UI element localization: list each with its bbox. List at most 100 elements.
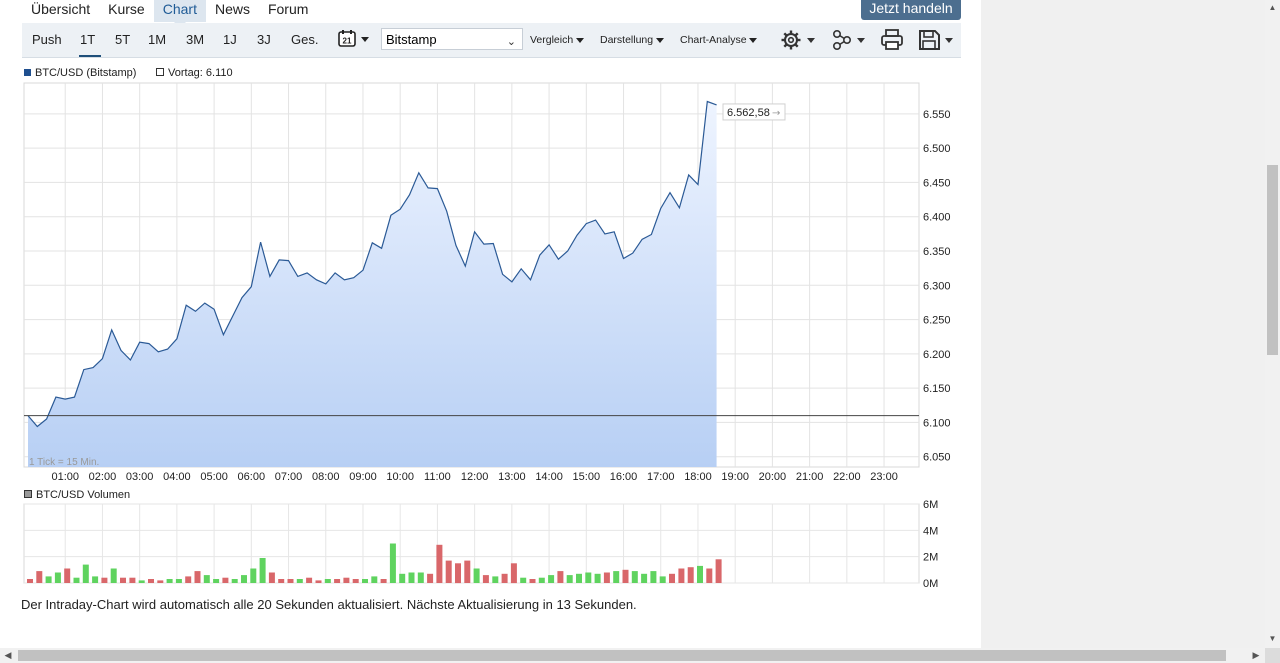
x-tick-label: 02:00 — [89, 471, 117, 483]
volume-bar — [92, 576, 99, 583]
x-tick-label: 03:00 — [126, 471, 154, 483]
volume-bar — [678, 568, 685, 583]
charts-canvas[interactable]: 01:00 02:00 03:00 04:00 05:00 06:00 07:00 08:00… — [0, 0, 981, 600]
volume-bar — [296, 579, 303, 583]
volume-bar — [138, 580, 145, 583]
volume-bar — [408, 572, 415, 583]
y-tick-label: 6.350 — [923, 246, 951, 258]
volume-bar — [278, 579, 285, 583]
volume-bar — [120, 577, 126, 583]
x-tick-label: 05:00 — [200, 471, 228, 483]
volume-bar — [641, 573, 648, 583]
volume-bar — [455, 563, 461, 584]
volume-bar — [529, 579, 536, 583]
volume-bar — [324, 579, 331, 583]
x-tick-label: 21:00 — [796, 471, 824, 483]
volume-bar — [175, 579, 182, 583]
volume-bar — [352, 579, 359, 583]
volume-bar — [334, 579, 341, 583]
volume-tick-label: 6M — [923, 499, 938, 511]
horizontal-scroll-thumb[interactable] — [18, 650, 1226, 661]
volume-bar — [73, 577, 80, 583]
volume-bar — [250, 568, 257, 583]
volume-bar — [557, 571, 564, 583]
x-tick-label: 14:00 — [535, 471, 563, 483]
x-tick-label: 18:00 — [684, 471, 712, 483]
x-tick-label: 20:00 — [759, 471, 787, 483]
x-tick-label: 23:00 — [870, 471, 898, 483]
volume-bar — [501, 573, 508, 583]
volume-bar — [417, 572, 424, 583]
x-tick-label: 15:00 — [573, 471, 601, 483]
x-tick-label: 17:00 — [647, 471, 675, 483]
volume-bar — [213, 579, 220, 583]
volume-bar — [669, 573, 675, 583]
volume-bar — [389, 543, 396, 583]
x-tick-label: 16:00 — [610, 471, 638, 483]
volume-bar — [576, 573, 582, 583]
x-tick-label: 08:00 — [312, 471, 340, 483]
volume-bar — [566, 575, 573, 583]
x-tick-label: 01:00 — [51, 471, 79, 483]
volume-bar — [436, 544, 443, 583]
y-tick-label: 6.150 — [923, 383, 951, 395]
volume-bar — [371, 576, 378, 583]
volume-bar — [399, 573, 406, 583]
y-tick-label: 6.450 — [923, 177, 951, 189]
volume-bar — [362, 579, 368, 583]
auto-refresh-note: Der Intraday-Chart wird automatisch alle… — [21, 597, 637, 612]
volume-bar — [510, 563, 517, 584]
scroll-right-icon[interactable]: ▶ — [1250, 649, 1262, 662]
scroll-down-icon[interactable]: ▼ — [1265, 633, 1280, 645]
volume-bar — [520, 577, 527, 583]
x-tick-label: 10:00 — [386, 471, 414, 483]
volume-bar — [222, 577, 229, 583]
volume-bar — [259, 558, 266, 583]
volume-bar — [594, 573, 601, 583]
vertical-scroll-thumb[interactable] — [1267, 165, 1278, 355]
horizontal-scrollbar[interactable]: ◀ ▶ — [0, 648, 1265, 663]
volume-bar — [492, 576, 499, 583]
y-tick-label: 6.250 — [923, 315, 951, 327]
scroll-left-icon[interactable]: ◀ — [2, 649, 14, 662]
y-tick-label: 6.050 — [923, 452, 951, 464]
volume-bar — [166, 579, 173, 583]
volume-bar — [110, 568, 117, 583]
volume-bar — [613, 571, 620, 583]
volume-bar — [548, 575, 555, 583]
y-tick-label: 6.500 — [923, 143, 951, 155]
volume-tick-label: 4M — [923, 525, 938, 537]
volume-bar — [36, 571, 43, 583]
y-tick-label: 6.300 — [923, 280, 951, 292]
y-tick-label: 6.200 — [923, 349, 951, 361]
volume-bar — [315, 580, 322, 583]
x-tick-label: 06:00 — [238, 471, 266, 483]
volume-bar — [464, 560, 471, 583]
volume-bar — [697, 565, 703, 583]
scroll-up-icon[interactable]: ▲ — [1265, 2, 1280, 14]
volume-tick-label: 0M — [923, 578, 938, 590]
volume-bar — [687, 567, 694, 583]
last-value-label: 6.562,58 — [727, 107, 770, 119]
scrollbar-corner — [1265, 648, 1280, 663]
vertical-scrollbar[interactable]: ▲ ▼ — [1265, 0, 1280, 648]
right-gutter — [981, 0, 1265, 648]
volume-tick-label: 2M — [923, 552, 938, 564]
x-tick-label: 22:00 — [833, 471, 861, 483]
volume-bar — [482, 575, 489, 583]
y-tick-label: 6.550 — [923, 109, 951, 121]
volume-bar — [268, 572, 275, 583]
y-tick-label: 6.100 — [923, 417, 951, 429]
volume-bar — [715, 559, 722, 583]
volume-bar — [45, 576, 52, 583]
volume-bar — [231, 579, 238, 583]
volume-bar — [203, 575, 210, 583]
volume-bar — [427, 573, 434, 583]
volume-bar — [64, 568, 71, 583]
x-tick-label: 11:00 — [424, 471, 451, 483]
volume-bar — [445, 560, 452, 583]
volume-bar — [241, 575, 247, 583]
volume-bar — [706, 568, 713, 583]
volume-bar — [54, 572, 61, 583]
x-tick-label: 04:00 — [163, 471, 191, 483]
